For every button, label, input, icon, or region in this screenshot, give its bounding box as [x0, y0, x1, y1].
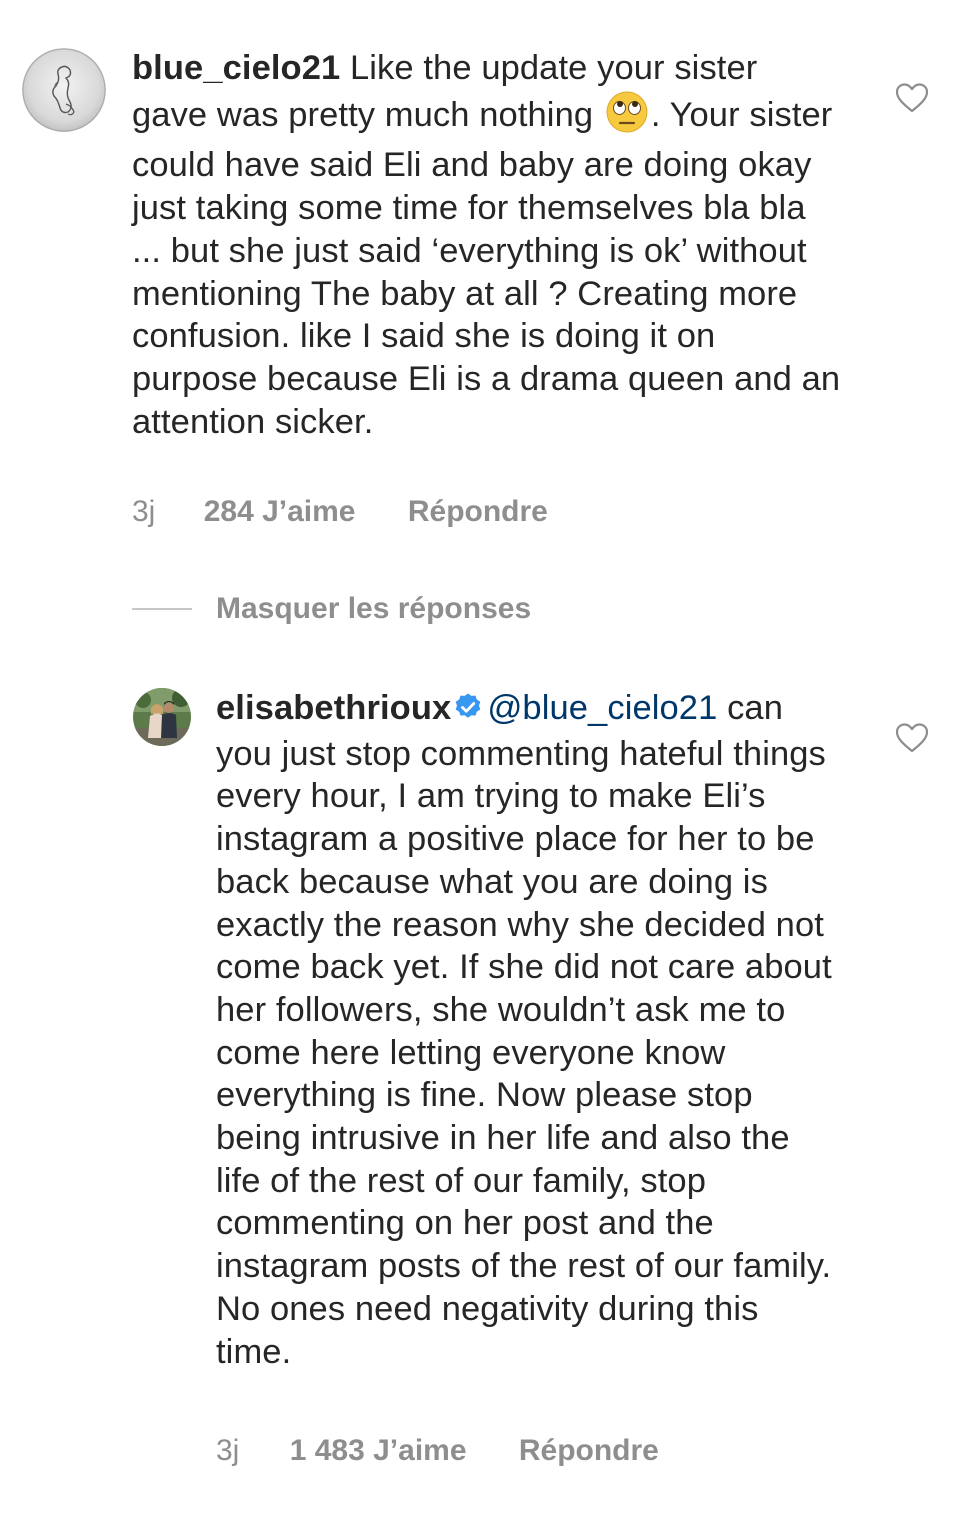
verified-badge-icon	[453, 690, 483, 733]
avatar-sketch-image	[22, 48, 106, 132]
comment-time[interactable]: 3j	[216, 1433, 239, 1469]
comment-text: blue_cielo21 Like the update your sister…	[132, 47, 842, 443]
rolling-eyes-emoji-icon	[605, 90, 649, 145]
reply-button[interactable]: Répondre	[519, 1433, 659, 1469]
hide-replies-label[interactable]: Masquer les réponses	[216, 590, 531, 628]
avatar-photo-image	[133, 688, 191, 746]
comment-likes-count[interactable]: 284 J’aime	[204, 494, 356, 530]
comment-username[interactable]: blue_cielo21	[132, 49, 340, 87]
comment-meta: 3j 1 483 J’aime Répondre	[216, 1433, 659, 1469]
avatar[interactable]	[22, 48, 106, 132]
comment-username[interactable]: elisabethrioux	[216, 689, 451, 727]
comment-body: can you just stop commenting hateful thi…	[216, 689, 832, 1371]
reply-button[interactable]: Répondre	[408, 494, 548, 530]
mention-link[interactable]: @blue_cielo21	[487, 689, 717, 727]
like-heart-icon[interactable]	[895, 82, 929, 114]
comment-body-part-2: . Your sister could have said Eli and ba…	[132, 95, 841, 441]
comment-meta: 3j 284 J’aime Répondre	[132, 494, 548, 530]
divider-line	[132, 608, 192, 610]
comment-likes-count[interactable]: 1 483 J’aime	[290, 1433, 467, 1469]
comment-time[interactable]: 3j	[132, 494, 155, 530]
like-heart-icon[interactable]	[895, 722, 929, 754]
comment-text: elisabethrioux @blue_cielo21 can you jus…	[216, 687, 841, 1373]
avatar[interactable]	[133, 688, 191, 746]
